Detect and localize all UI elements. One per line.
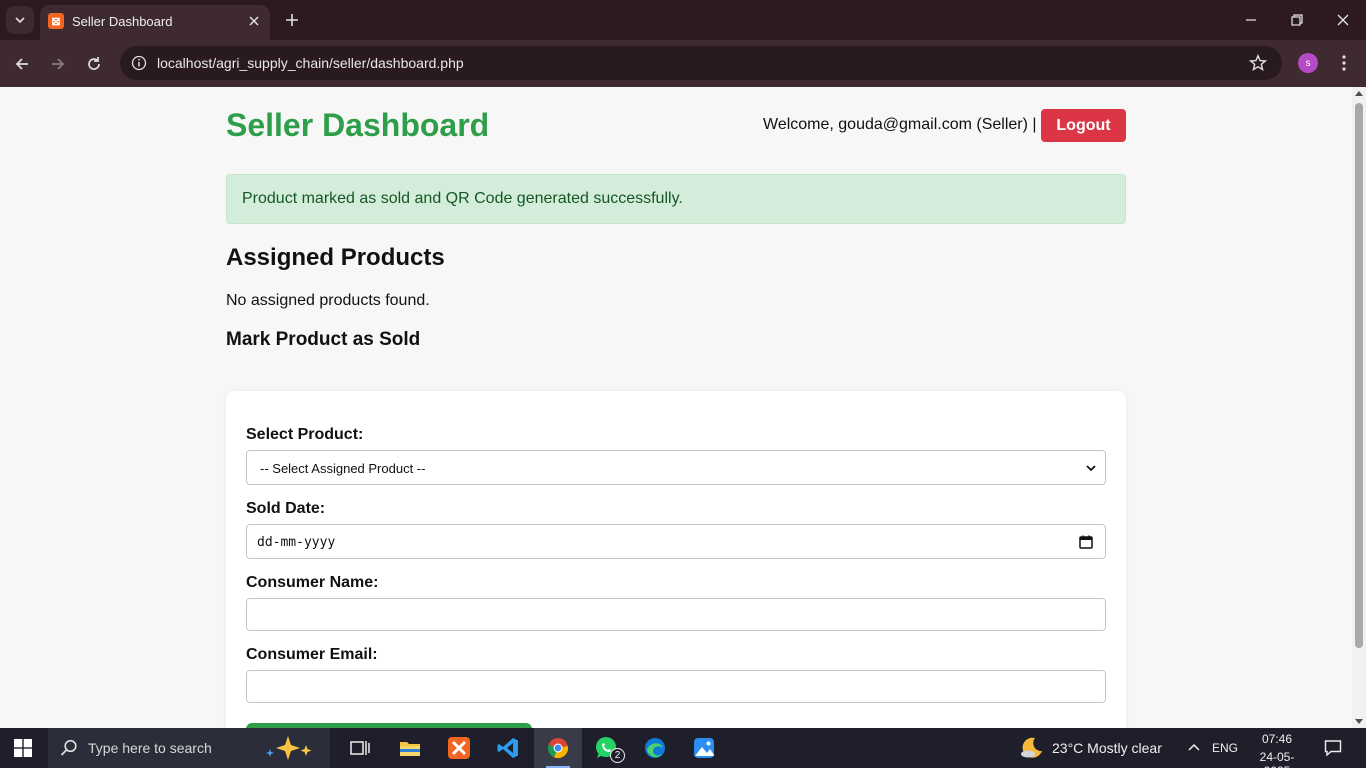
bookmark-star-icon[interactable]	[1248, 53, 1268, 73]
forward-arrow-icon[interactable]	[44, 50, 72, 78]
sparkle-icon[interactable]	[262, 734, 320, 762]
page-viewport: Seller Dashboard Welcome, gouda@gmail.co…	[0, 87, 1352, 728]
minimize-icon[interactable]	[1236, 6, 1266, 34]
back-arrow-icon[interactable]	[8, 50, 36, 78]
browser-tab[interactable]: ⊠ Seller Dashboard	[40, 5, 270, 40]
close-window-icon[interactable]	[1328, 6, 1358, 34]
welcome-text: Welcome, gouda@gmail.com (Seller) |	[763, 116, 1037, 133]
notification-icon[interactable]	[1324, 739, 1342, 757]
more-menu-icon[interactable]	[1334, 52, 1354, 74]
edge-icon[interactable]	[643, 736, 667, 760]
taskbar-search-box[interactable]: Type here to search	[48, 728, 330, 768]
site-info-icon[interactable]	[128, 52, 150, 74]
chevron-down-icon	[1086, 465, 1096, 472]
windows-taskbar: Type here to search 2 23°C Mostly clear …	[0, 728, 1366, 768]
sold-date-input[interactable]: dd-mm-yyyy	[246, 524, 1106, 559]
xampp-favicon-icon: ⊠	[48, 13, 64, 29]
reload-icon[interactable]	[80, 50, 108, 78]
tab-title: Seller Dashboard	[72, 14, 173, 29]
logout-button[interactable]: Logout	[1041, 109, 1126, 142]
whatsapp-badge: 2	[610, 748, 625, 763]
consumer-email-input[interactable]	[246, 670, 1106, 703]
chrome-icon	[548, 738, 569, 759]
sold-date-label: Sold Date:	[246, 500, 326, 517]
chevron-down-icon	[15, 17, 25, 24]
page-title: Seller Dashboard	[226, 107, 490, 143]
clock-date[interactable]: 24-05-2025	[1248, 750, 1306, 768]
consumer-email-label: Consumer Email:	[246, 646, 378, 663]
url-text: localhost/agri_supply_chain/seller/dashb…	[157, 55, 464, 71]
whatsapp-taskbar-slot[interactable]: 2	[594, 736, 625, 764]
search-placeholder: Type here to search	[88, 740, 212, 756]
profile-avatar[interactable]: s	[1298, 53, 1318, 73]
product-select[interactable]: -- Select Assigned Product --	[246, 450, 1106, 485]
address-bar[interactable]: localhost/agri_supply_chain/seller/dashb…	[120, 46, 1282, 80]
mark-sold-form: Select Product: -- Select Assigned Produ…	[226, 391, 1126, 728]
browser-toolbar: localhost/agri_supply_chain/seller/dashb…	[0, 40, 1366, 87]
new-tab-plus-icon[interactable]	[280, 8, 304, 32]
assigned-products-heading: Assigned Products	[226, 244, 445, 271]
tab-close-icon[interactable]	[246, 13, 262, 29]
tab-search-button[interactable]	[6, 6, 34, 34]
vscode-icon[interactable]	[496, 736, 520, 760]
photos-icon[interactable]	[692, 736, 716, 760]
mark-sold-heading: Mark Product as Sold	[226, 329, 421, 350]
consumer-name-input[interactable]	[246, 598, 1106, 631]
xampp-icon[interactable]	[447, 736, 471, 760]
page-scrollbar[interactable]	[1352, 87, 1366, 728]
clock-time[interactable]: 07:46	[1248, 732, 1306, 746]
scroll-up-arrow-icon[interactable]	[1355, 91, 1363, 96]
scroll-thumb[interactable]	[1355, 103, 1363, 648]
restore-icon[interactable]	[1282, 6, 1312, 34]
language-indicator[interactable]: ENG	[1212, 741, 1238, 755]
browser-tab-bar: ⊠ Seller Dashboard	[0, 0, 1366, 40]
weather-moon-icon[interactable]	[1020, 736, 1044, 760]
scroll-down-arrow-icon[interactable]	[1355, 719, 1363, 724]
sold-date-placeholder: dd-mm-yyyy	[257, 535, 336, 550]
weather-text[interactable]: 23°C Mostly clear	[1052, 740, 1162, 756]
search-icon	[60, 739, 77, 756]
product-select-value: -- Select Assigned Product --	[260, 461, 426, 476]
chrome-taskbar-slot[interactable]	[534, 728, 582, 768]
windows-start-icon[interactable]	[14, 739, 32, 757]
no-products-message: No assigned products found.	[226, 292, 430, 309]
consumer-name-label: Consumer Name:	[246, 574, 379, 591]
chevron-up-icon[interactable]	[1186, 740, 1202, 756]
calendar-icon[interactable]	[1079, 535, 1093, 549]
success-alert: Product marked as sold and QR Code gener…	[226, 174, 1126, 224]
alert-message: Product marked as sold and QR Code gener…	[242, 190, 683, 207]
select-product-label: Select Product:	[246, 426, 364, 443]
file-explorer-icon[interactable]	[398, 736, 422, 760]
task-view-icon[interactable]	[348, 736, 372, 760]
